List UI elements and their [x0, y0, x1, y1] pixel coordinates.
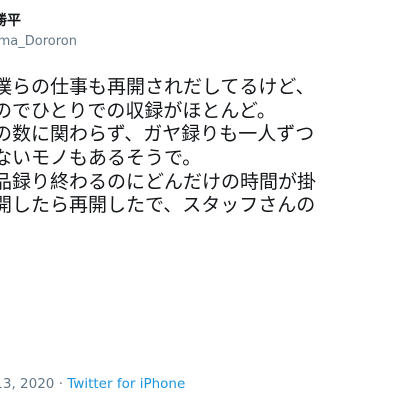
tweet-text-line: 開したら再開したで、スタッフさんの — [0, 194, 316, 217]
tweet-text-line: 品録り終わるのにどんだけの時間が掛 — [0, 170, 317, 193]
tweet-meta: y 13, 2020 · Twitter for iPhone — [0, 376, 185, 392]
tweet-text: 僕らの仕事も再開されだしてるけど、 のでひとりでの収録がほとんど。 の数に関わら… — [0, 76, 316, 242]
tweet-text-line: 僕らの仕事も再開されだしてるけど、 — [0, 76, 315, 98]
author-display-name[interactable]: 勝平 — [0, 10, 21, 30]
tweet-card: 勝平 lma_Dororon 僕らの仕事も再開されだしてるけど、 のでひとりでの… — [0, 0, 400, 400]
tweet-text-line: のでひとりでの収録がほとんど。 — [0, 99, 276, 122]
meta-separator: · — [58, 376, 63, 392]
tweet-text-line: 。 — [0, 218, 316, 242]
tweet-source-link[interactable]: Twitter for iPhone — [67, 376, 185, 392]
tweet-text-line: の数に関わらず、ガヤ録りも一人ずつ — [0, 123, 315, 146]
author-handle[interactable]: lma_Dororon — [0, 34, 77, 49]
tweet-timestamp[interactable]: y 13, 2020 — [0, 376, 54, 392]
tweet-text-line: ないモノもあるそうで。 — [0, 147, 202, 170]
